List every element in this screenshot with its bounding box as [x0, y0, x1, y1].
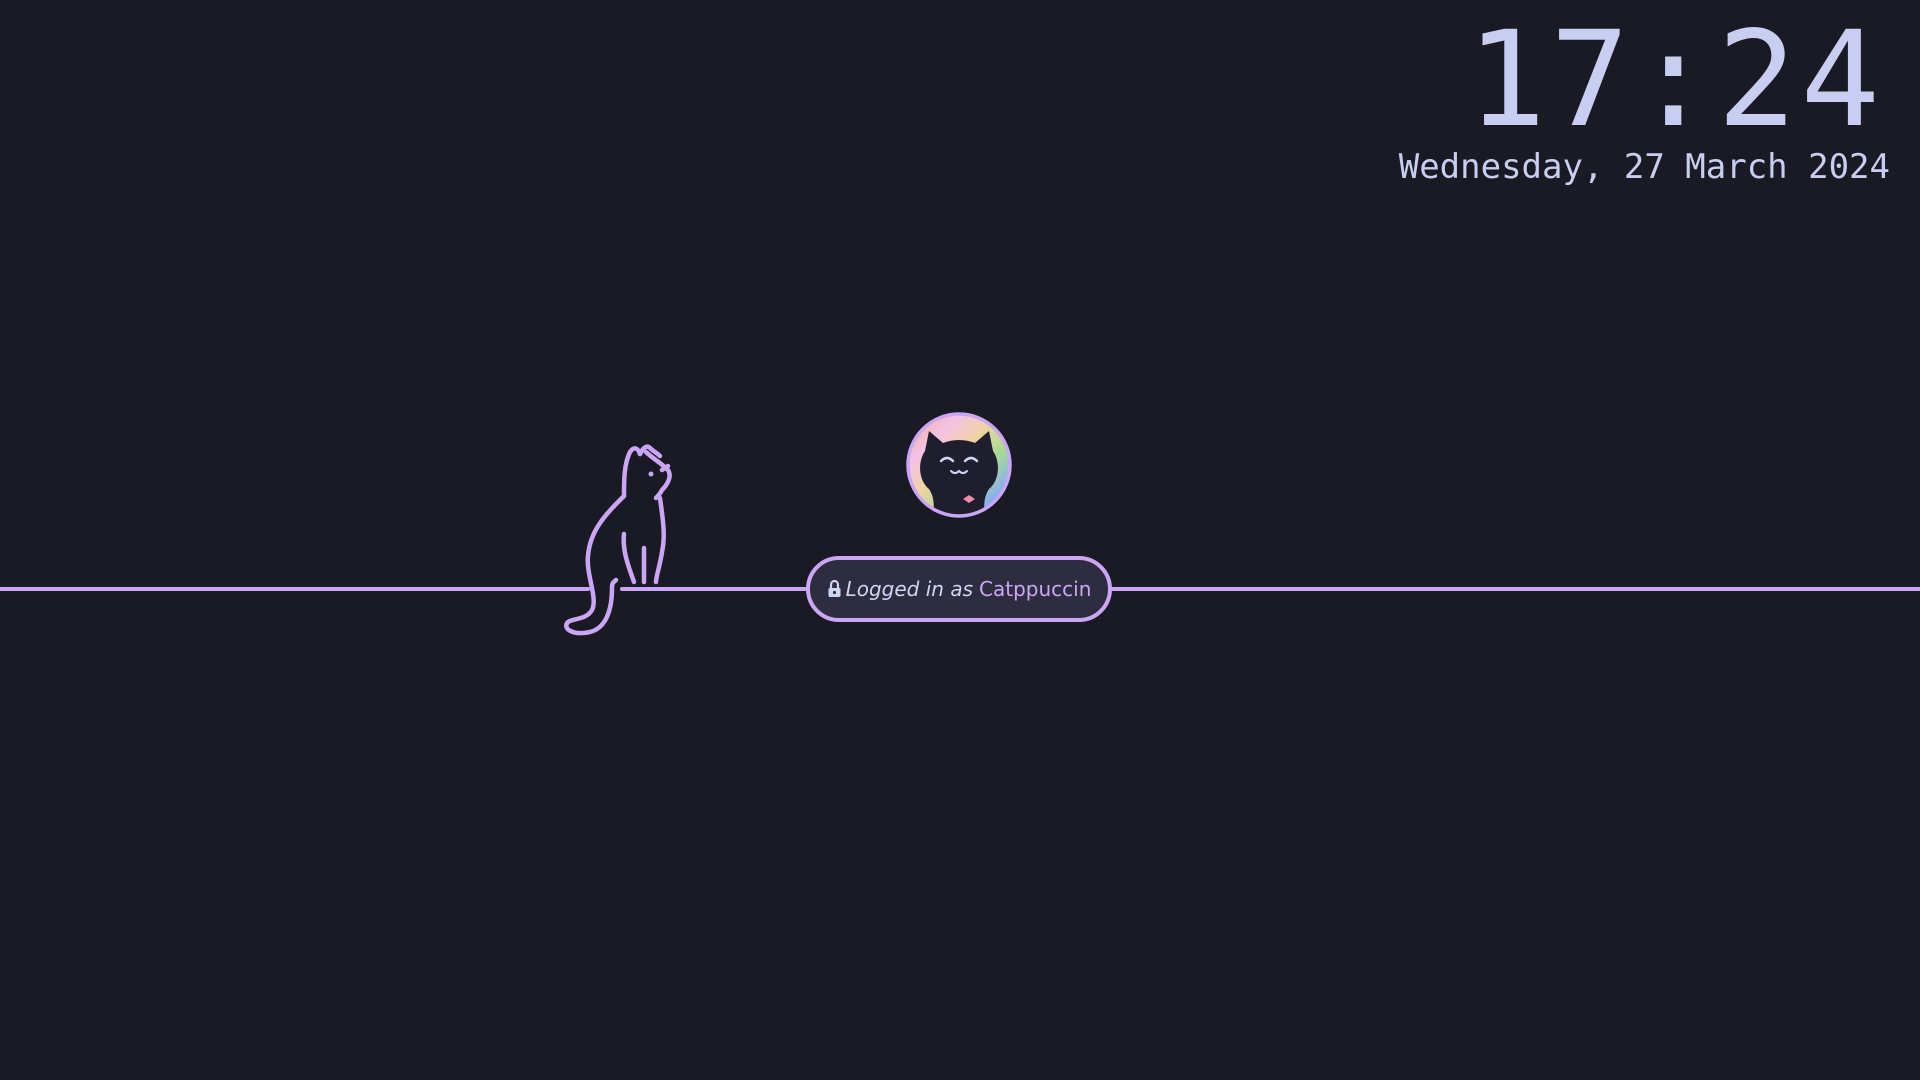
login-prefix-label: Logged in as	[845, 577, 974, 601]
username-label: Catppuccin	[979, 577, 1092, 601]
cat-outline-icon	[564, 444, 672, 636]
cat-avatar-icon	[906, 412, 1012, 518]
lock-icon	[828, 579, 841, 597]
login-status-pill: Logged in as Catppuccin	[806, 556, 1112, 622]
lock-screen: 17:24 Wednesday, 27 March 2024 Logged in…	[0, 0, 1920, 1080]
